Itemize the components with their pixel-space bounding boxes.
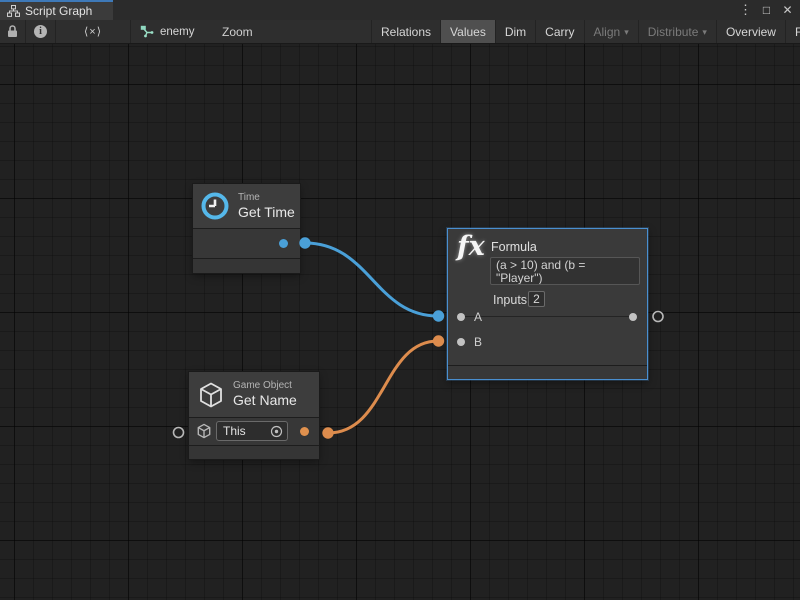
target-object-field[interactable]: This [216,421,288,441]
maximize-icon[interactable]: □ [758,1,775,19]
formula-inputs-count-input[interactable]: 2 [528,291,545,307]
formula-title: Formula [491,240,537,254]
lock-icon [7,25,18,38]
tab-title: Script Graph [25,4,92,18]
chevron-down-icon: ▾ [624,27,629,38]
values-button[interactable]: Values [441,20,496,43]
get-time-output-port[interactable] [279,239,288,248]
formula-expression-input[interactable]: (a > 10) and (b = "Player") [490,257,640,285]
graph-reference[interactable]: enemy [140,20,195,43]
get-time-header[interactable]: Time Get Time [193,184,300,228]
script-graph-asset-icon [140,25,154,38]
tab-script-graph[interactable]: Script Graph [0,0,113,20]
code-preview-button[interactable]: ⟨×⟩ [56,20,131,43]
formula-port-b-label: B [474,335,482,349]
values-label: Values [450,25,486,39]
node-get-name[interactable]: Game Object Get Name This [189,372,319,459]
node-get-time[interactable]: Time Get Time [193,184,300,273]
formula-output-port[interactable] [629,313,637,321]
lock-button[interactable] [0,20,26,43]
formula-input-port-a[interactable] [457,313,465,321]
clock-icon [200,191,230,221]
info-button[interactable]: i [26,20,56,43]
fullscreen-label: Full Screen [795,25,800,39]
info-icon: i [34,25,47,38]
title-bar: Script Graph ⋮ □ ✕ [0,0,800,20]
carry-label: Carry [545,25,574,39]
align-button[interactable]: Align ▾ [585,20,639,43]
relation-line [464,316,631,317]
distribute-button[interactable]: Distribute ▾ [639,20,717,43]
object-picker-icon[interactable] [270,425,283,438]
close-icon[interactable]: ✕ [779,1,796,19]
cube-icon [197,381,225,409]
align-label: Align [594,25,621,39]
formula-footer [448,366,647,379]
get-time-category: Time [238,192,295,204]
get-time-footer [193,259,300,273]
get-time-body [193,229,300,258]
dim-label: Dim [505,25,526,39]
zoom-label: Zoom [222,20,253,43]
get-name-header[interactable]: Game Object Get Name [189,372,319,417]
get-name-footer [189,446,319,459]
hierarchy-icon [7,5,20,17]
overview-label: Overview [726,25,776,39]
fullscreen-button[interactable]: Full Screen [786,20,800,43]
get-name-category: Game Object [233,380,297,392]
formula-inputs-label: Inputs [493,293,527,307]
distribute-label: Distribute [648,25,699,39]
get-name-body: This [189,418,319,445]
formula-fx-icon: fx [457,231,485,262]
overview-button[interactable]: Overview [717,20,786,43]
graph-canvas[interactable] [0,44,800,600]
get-name-title: Get Name [233,392,297,409]
node-formula[interactable]: fx Formula (a > 10) and (b = "Player") I… [447,228,648,380]
graph-name-label: enemy [160,26,195,38]
relations-button[interactable]: Relations [372,20,441,43]
formula-port-a-label: A [474,310,482,324]
dim-button[interactable]: Dim [496,20,536,43]
toolbar-buttons: Relations Values Dim Carry Align ▾ Distr… [371,20,800,43]
get-time-title: Get Time [238,204,295,221]
relations-label: Relations [381,25,431,39]
window-controls: ⋮ □ ✕ [737,0,796,20]
code-icon: ⟨×⟩ [84,25,102,38]
formula-input-port-b[interactable] [457,338,465,346]
get-name-output-port[interactable] [300,427,309,436]
carry-button[interactable]: Carry [536,20,584,43]
small-cube-icon [196,423,212,439]
window-menu-icon[interactable]: ⋮ [737,1,754,19]
chevron-down-icon: ▾ [702,27,707,38]
target-object-value: This [223,424,246,438]
graph-toolbar: i ⟨×⟩ enemy Zoom 1x Relations Values Dim… [0,20,800,44]
